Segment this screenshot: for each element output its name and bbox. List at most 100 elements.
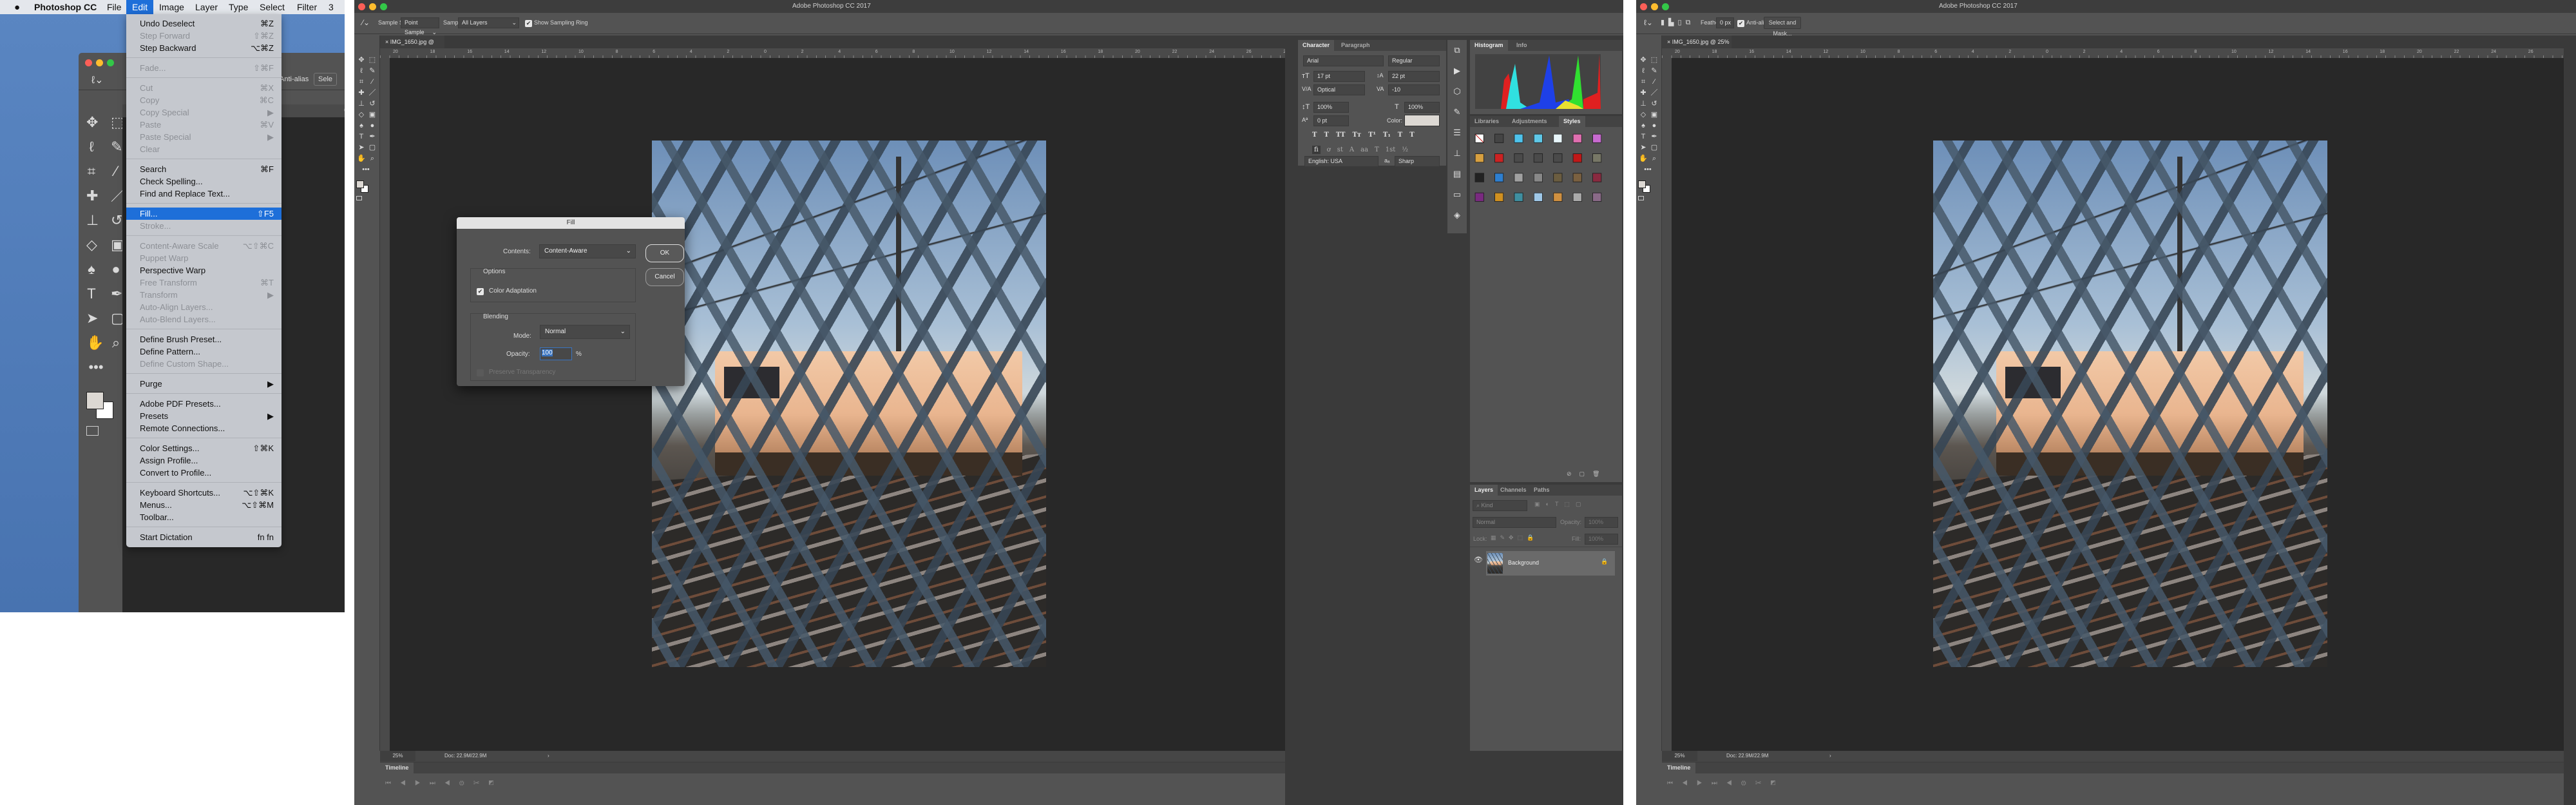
doc-tab[interactable]: × IMG_1650.jpg @ 25% (RGB/8)	[380, 35, 444, 58]
menu-item-perspective-warp[interactable]: Perspective Warp	[126, 264, 281, 276]
baseline-shift-field[interactable]: 0 pt	[1313, 115, 1349, 126]
tab-character[interactable]: Character	[1298, 40, 1335, 51]
shape-tool-icon[interactable]: ▢	[367, 142, 377, 153]
stamp-tool-icon[interactable]: ⊥	[356, 99, 367, 109]
type-style-button[interactable]: T₁	[1383, 131, 1391, 139]
healing-tool-icon[interactable]: ✚	[356, 88, 367, 98]
timeline-controls[interactable]: ⏮◀▶⏭◀⚙✂◩	[1667, 780, 1784, 787]
foreground-color-swatch[interactable]	[1638, 180, 1646, 188]
horizontal-scale-field[interactable]: 100%	[1404, 102, 1440, 113]
menu-item-assign-profile[interactable]: Assign Profile...	[126, 454, 281, 467]
quick-select-tool-icon[interactable]: ✎	[367, 66, 377, 76]
hand-tool-icon[interactable]: ✋	[86, 336, 104, 350]
opentype-button[interactable]: ½	[1402, 146, 1408, 153]
marquee-tool-icon[interactable]: ⬚	[111, 115, 124, 130]
menu-item-define-pattern[interactable]: Define Pattern...	[126, 345, 281, 358]
actions-play-icon[interactable]: ▶	[1447, 61, 1467, 81]
menu-item-clear[interactable]: Clear	[126, 143, 281, 155]
clone-source-icon[interactable]: ⊥	[1447, 143, 1467, 164]
menu-item-fade[interactable]: Fade... ⇧⌘F	[126, 62, 281, 74]
menu-item-fill[interactable]: Fill... ⇧F5	[126, 208, 281, 220]
menu-type[interactable]: Type	[229, 2, 248, 12]
shape-tool-icon[interactable]: ▢	[1649, 142, 1659, 153]
close-tab-icon[interactable]: ×	[1667, 39, 1672, 45]
menu-item-search[interactable]: Search ⌘F	[126, 163, 281, 175]
zoom-tool-icon[interactable]: ⌕	[1649, 153, 1659, 164]
crop-tool-icon[interactable]: ⌗	[356, 77, 367, 87]
menu-image[interactable]: Image	[159, 2, 184, 12]
crop-tool-icon[interactable]: ⌗	[86, 164, 97, 179]
vertical-scale-field[interactable]: 100%	[1313, 102, 1349, 113]
brush-tool-icon[interactable]: ／	[367, 88, 377, 98]
menu-item-toolbar[interactable]: Toolbar...	[126, 511, 281, 523]
blend-mode-select[interactable]: Normal	[1473, 517, 1556, 528]
style-swatch[interactable]	[1470, 188, 1489, 207]
menu-item-keyboard-shortcuts[interactable]: Keyboard Shortcuts... ⌥⇧⌘K	[126, 487, 281, 499]
anti-alias-checkbox[interactable]: ✔	[1737, 20, 1744, 27]
eyedropper-tool-icon[interactable]: ⁄	[111, 164, 121, 179]
shape-tool-icon[interactable]: ▢	[111, 311, 124, 325]
close-tab-icon[interactable]: ×	[385, 39, 390, 45]
timeline-tab[interactable]: Timeline	[380, 762, 414, 773]
eraser-tool-icon[interactable]: ◇	[356, 110, 367, 120]
gradient-tool-icon[interactable]: ▣	[111, 238, 124, 252]
type-style-button[interactable]: T¹	[1368, 131, 1376, 139]
select-mask-button[interactable]: Sele	[314, 73, 338, 86]
eyedropper-icon[interactable]: ⁄⌄	[362, 18, 370, 27]
menu-item-paste-special[interactable]: Paste Special ▶	[126, 131, 281, 143]
brushes-icon[interactable]: ✎	[1447, 102, 1467, 122]
close-button[interactable]	[1640, 3, 1647, 10]
stamp-tool-icon[interactable]: ⊥	[1638, 99, 1648, 109]
tab-paths[interactable]: Paths	[1529, 485, 1554, 496]
foreground-color-swatch[interactable]	[356, 180, 364, 188]
menu-item-undo-deselect[interactable]: Undo Deselect ⌘Z	[126, 17, 281, 30]
opentype-button[interactable]: A	[1350, 146, 1354, 153]
menu-select[interactable]: Select	[260, 2, 285, 12]
menu-item-define-brush-preset[interactable]: Define Brush Preset...	[126, 333, 281, 345]
style-swatch[interactable]	[1509, 168, 1529, 188]
menu-item-remote-connections[interactable]: Remote Connections...	[126, 422, 281, 434]
tab-histogram[interactable]: Histogram	[1470, 40, 1508, 51]
layer-row-background[interactable]: Background 🔒	[1486, 551, 1615, 576]
menu-item-color-settings[interactable]: Color Settings... ⇧⌘K	[126, 442, 281, 454]
menu-filter[interactable]: Filter	[297, 2, 317, 12]
leading-field[interactable]: 22 pt	[1388, 71, 1440, 82]
type-tool-icon[interactable]: T	[86, 287, 97, 301]
marquee-tool-icon[interactable]: ⬚	[367, 55, 377, 65]
style-swatch[interactable]	[1509, 129, 1529, 148]
antialias-select[interactable]: Sharp	[1395, 156, 1440, 167]
style-swatch[interactable]	[1489, 148, 1509, 168]
eraser-tool-icon[interactable]: ◇	[1638, 110, 1648, 120]
feather-field[interactable]: 0 px	[1716, 17, 1734, 28]
style-swatch[interactable]	[1587, 129, 1607, 148]
stamp-tool-icon[interactable]: ⊥	[86, 213, 99, 228]
layer-fill-field[interactable]: 100%	[1585, 534, 1618, 545]
opacity-field[interactable]: 100	[540, 347, 572, 360]
zoom-level[interactable]: 25%	[380, 751, 415, 761]
menu-item-copy-special[interactable]: Copy Special ▶	[126, 106, 281, 119]
menu-item-paste[interactable]: Paste ⌘V	[126, 119, 281, 131]
minimize-button[interactable]	[369, 3, 376, 10]
style-swatch[interactable]	[1489, 188, 1509, 207]
zoom-tool-icon[interactable]: ⌕	[367, 153, 377, 164]
brush-tool-icon[interactable]: ／	[111, 189, 125, 203]
blur-tool-icon[interactable]: ♠	[86, 262, 97, 276]
menu-item-step-backward[interactable]: Step Backward ⌥⌘Z	[126, 42, 281, 54]
apple-icon[interactable]: ●	[14, 2, 20, 13]
style-swatch[interactable]	[1568, 168, 1587, 188]
path-select-tool-icon[interactable]: ➤	[1638, 142, 1648, 153]
quick-mask-icon[interactable]	[86, 426, 99, 436]
style-swatch[interactable]	[1549, 129, 1568, 148]
menu-item-convert-to-profile[interactable]: Convert to Profile...	[126, 467, 281, 479]
menu-item-transform[interactable]: Transform ▶	[126, 289, 281, 301]
opentype-button[interactable]: fi	[1312, 146, 1321, 154]
blur-tool-icon[interactable]: ♠	[1638, 121, 1648, 131]
style-swatch[interactable]	[1509, 148, 1529, 168]
color-adaptation-checkbox[interactable]: ✔	[477, 288, 484, 295]
tab-channels[interactable]: Channels	[1496, 485, 1531, 496]
close-button[interactable]	[358, 3, 365, 10]
quick-mask-icon[interactable]	[356, 195, 362, 200]
zoom-button[interactable]	[107, 59, 114, 66]
kerning-field[interactable]: Optical	[1313, 84, 1365, 95]
history-icon[interactable]: ⧉	[1447, 40, 1467, 61]
